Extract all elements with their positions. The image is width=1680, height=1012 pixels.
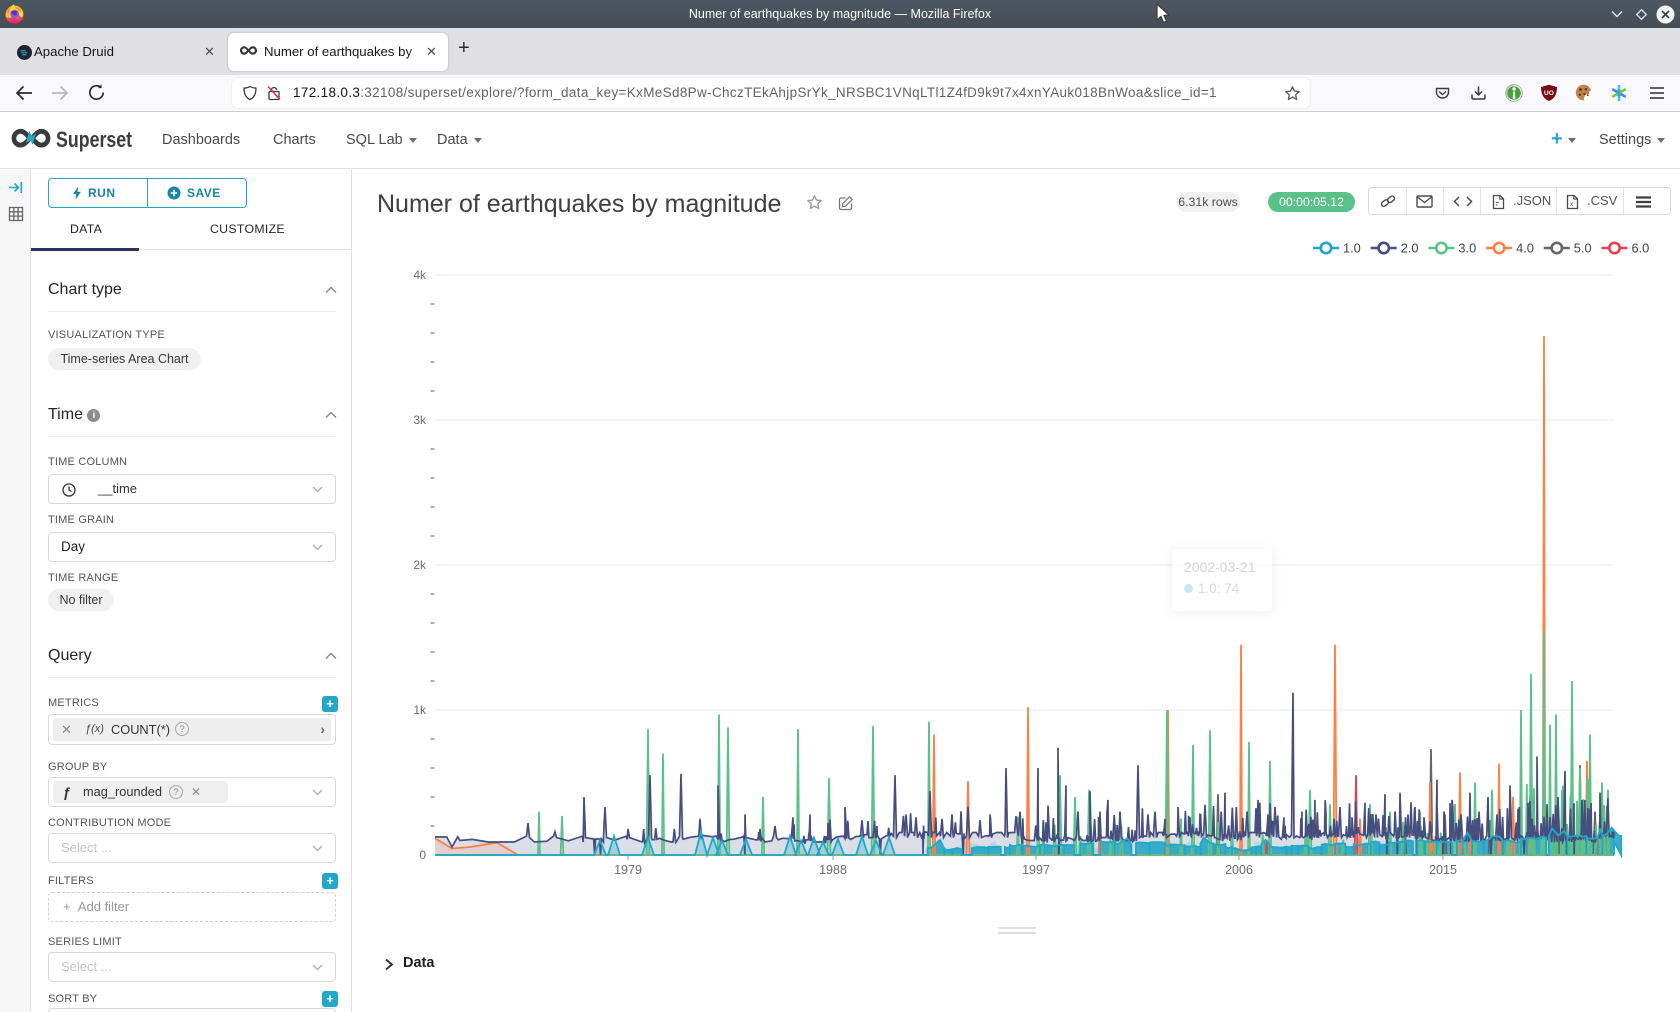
- svg-text:1k: 1k: [413, 703, 427, 717]
- svg-text:2.0: 2.0: [1401, 241, 1419, 256]
- svg-text:0: 0: [419, 848, 426, 862]
- svg-text:UO: UO: [1544, 90, 1554, 97]
- svg-text:3.0: 3.0: [1458, 241, 1476, 256]
- svg-text:4.0: 4.0: [1516, 241, 1534, 256]
- svg-text:1988: 1988: [819, 863, 847, 877]
- svg-text:3k: 3k: [413, 413, 427, 427]
- svg-text:x: x: [1570, 201, 1574, 208]
- svg-text:6.0: 6.0: [1632, 241, 1650, 256]
- svg-text:2k: 2k: [413, 558, 427, 572]
- svg-text:5.0: 5.0: [1574, 241, 1592, 256]
- svg-text:1979: 1979: [614, 863, 642, 877]
- svg-text:2006: 2006: [1225, 863, 1253, 877]
- svg-text:4k: 4k: [413, 268, 427, 282]
- svg-text:2015: 2015: [1429, 863, 1457, 877]
- svg-text:1997: 1997: [1022, 863, 1050, 877]
- svg-text:1.0: 1.0: [1343, 241, 1361, 256]
